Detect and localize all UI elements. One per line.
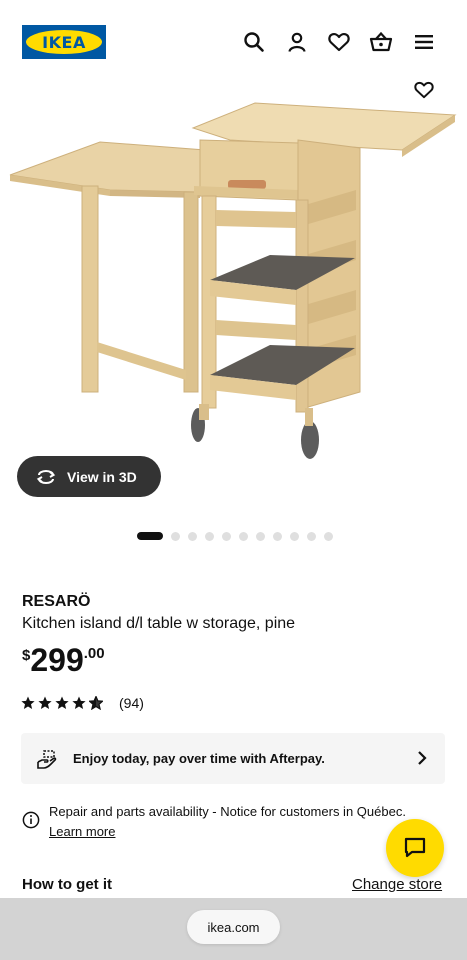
product-gallery[interactable]: View in 3D xyxy=(0,0,467,514)
product-image xyxy=(9,102,457,459)
product-rating[interactable]: (94) xyxy=(21,695,144,711)
carousel-dot[interactable] xyxy=(222,531,231,541)
repair-notice: Repair and parts availability - Notice f… xyxy=(22,802,422,842)
notice-text: Repair and parts availability - Notice f… xyxy=(49,804,406,819)
chat-button[interactable] xyxy=(386,819,444,877)
carousel-dot[interactable] xyxy=(324,531,333,541)
star-icon xyxy=(21,696,35,709)
url-bar[interactable]: ikea.com xyxy=(187,910,280,944)
carousel-dot[interactable] xyxy=(290,531,299,541)
learn-more-link[interactable]: Learn more xyxy=(49,824,115,839)
carousel-dot[interactable] xyxy=(188,531,197,541)
star-half-icon xyxy=(89,696,103,710)
star-icon xyxy=(72,696,86,709)
rating-count: (94) xyxy=(119,695,144,711)
price-integer: 299 xyxy=(30,642,84,678)
carousel-dot[interactable] xyxy=(239,531,248,541)
price-decimal: .00 xyxy=(83,645,105,662)
info-icon xyxy=(22,811,40,829)
notice-body: Repair and parts availability - Notice f… xyxy=(49,802,406,842)
carousel-dot[interactable] xyxy=(273,531,282,541)
change-store-link[interactable]: Change store xyxy=(352,876,442,893)
price-currency: $ xyxy=(22,647,31,664)
chevron-right-icon xyxy=(418,751,427,765)
carousel-dot[interactable] xyxy=(205,531,214,541)
browser-bottom-bar: ikea.com xyxy=(0,898,467,960)
chat-icon xyxy=(404,837,426,858)
star-icon xyxy=(38,696,52,709)
view-in-3d-button[interactable]: View in 3D xyxy=(17,456,161,497)
view-in-3d-label: View in 3D xyxy=(67,468,137,485)
carousel-dot[interactable] xyxy=(307,531,316,541)
rating-stars xyxy=(21,696,103,710)
image-carousel-dots xyxy=(0,531,467,541)
afterpay-banner[interactable]: Enjoy today, pay over time with Afterpay… xyxy=(21,733,445,784)
product-description: Kitchen island d/l table w storage, pine xyxy=(22,615,296,632)
carousel-dot[interactable] xyxy=(256,531,265,541)
how-to-get-it-heading: How to get it xyxy=(22,876,112,893)
product-name: RESARÖ xyxy=(22,593,91,610)
afterpay-hand-icon xyxy=(37,749,57,769)
product-price: $ 299 .00 xyxy=(22,643,105,677)
star-icon xyxy=(55,696,69,709)
rotate-3d-icon xyxy=(36,469,56,484)
afterpay-text: Enjoy today, pay over time with Afterpay… xyxy=(73,751,325,766)
carousel-dot[interactable] xyxy=(171,531,180,541)
carousel-dot[interactable] xyxy=(137,532,163,540)
